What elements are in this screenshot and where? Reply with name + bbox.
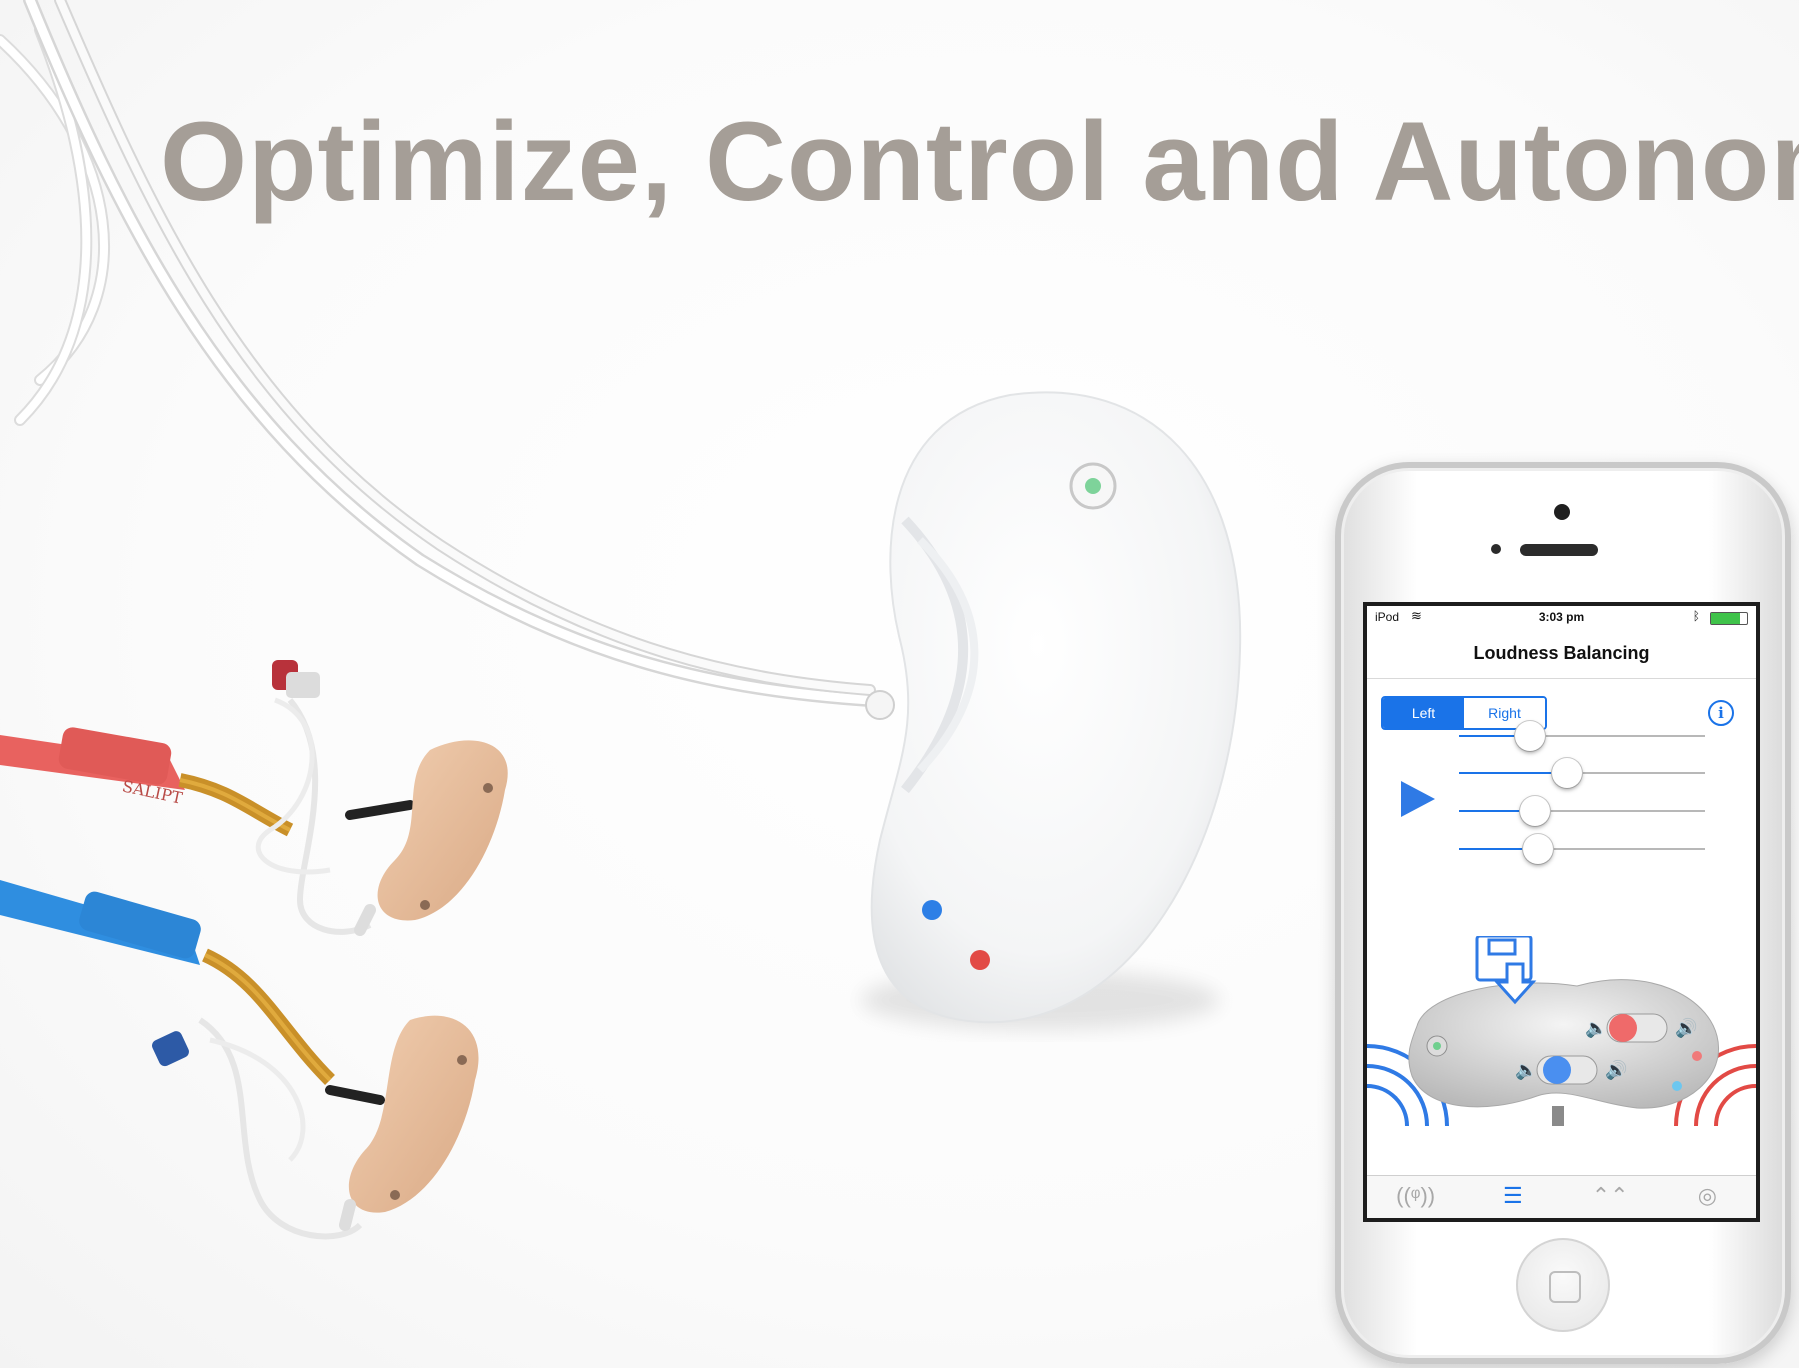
- slider-thumb[interactable]: [1522, 834, 1553, 864]
- bluetooth-icon: ᛒ: [1692, 609, 1700, 623]
- status-bar: iPod ≋ 3:03 pm ᛒ: [1367, 606, 1756, 628]
- front-camera: [1554, 504, 1570, 520]
- svg-text:🔊: 🔊: [1675, 1017, 1697, 1039]
- hub-illustration: 🔈 🔊 🔈 🔊: [1367, 936, 1756, 1127]
- slider-thumb[interactable]: [1520, 796, 1551, 826]
- svg-text:🔈: 🔈: [1515, 1060, 1537, 1081]
- slider-thumb[interactable]: [1552, 758, 1583, 788]
- proximity-sensor: [1491, 544, 1501, 554]
- hearing-aid-left: SALIPT: [0, 660, 508, 936]
- earpiece-speaker: [1520, 544, 1598, 556]
- info-button[interactable]: i: [1708, 700, 1734, 726]
- play-icon[interactable]: [1401, 781, 1435, 817]
- product-image: SALIPT Optimize, Control and Autonomy iP…: [0, 0, 1799, 1368]
- slider-fill: [1459, 772, 1568, 774]
- svg-text:🔊: 🔊: [1605, 1059, 1627, 1081]
- loudness-slider-2[interactable]: [1459, 758, 1705, 788]
- lifebuoy-icon[interactable]: ◎: [1659, 1176, 1756, 1218]
- svg-text:🔈: 🔈: [1585, 1018, 1607, 1039]
- home-button[interactable]: [1516, 1238, 1610, 1332]
- slider-thumb[interactable]: [1515, 721, 1546, 751]
- nav-title: Loudness Balancing: [1367, 628, 1756, 679]
- antenna-icon[interactable]: ((ᵠ)): [1367, 1176, 1464, 1218]
- loudness-slider-1[interactable]: [1459, 721, 1705, 751]
- app-screen: iPod ≋ 3:03 pm ᛒ Loudness Balancing Left…: [1363, 602, 1760, 1222]
- battery-icon: [1710, 612, 1748, 625]
- equalizer-icon[interactable]: ☰: [1464, 1176, 1561, 1218]
- hearing-aid-right: [0, 880, 479, 1240]
- hub-device: [860, 391, 1242, 1030]
- loudness-slider-4[interactable]: [1459, 834, 1705, 864]
- tab-bar: ((ᵠ)) ☰ ⌃⌃ ◎: [1367, 1175, 1756, 1218]
- segment-left[interactable]: Left: [1383, 698, 1464, 728]
- headline: Optimize, Control and Autonomy: [160, 99, 1799, 224]
- smartphone: iPod ≋ 3:03 pm ᛒ Loudness Balancing Left…: [1335, 462, 1791, 1364]
- loudness-slider-3[interactable]: [1459, 796, 1705, 826]
- chevrons-icon[interactable]: ⌃⌃: [1562, 1176, 1659, 1218]
